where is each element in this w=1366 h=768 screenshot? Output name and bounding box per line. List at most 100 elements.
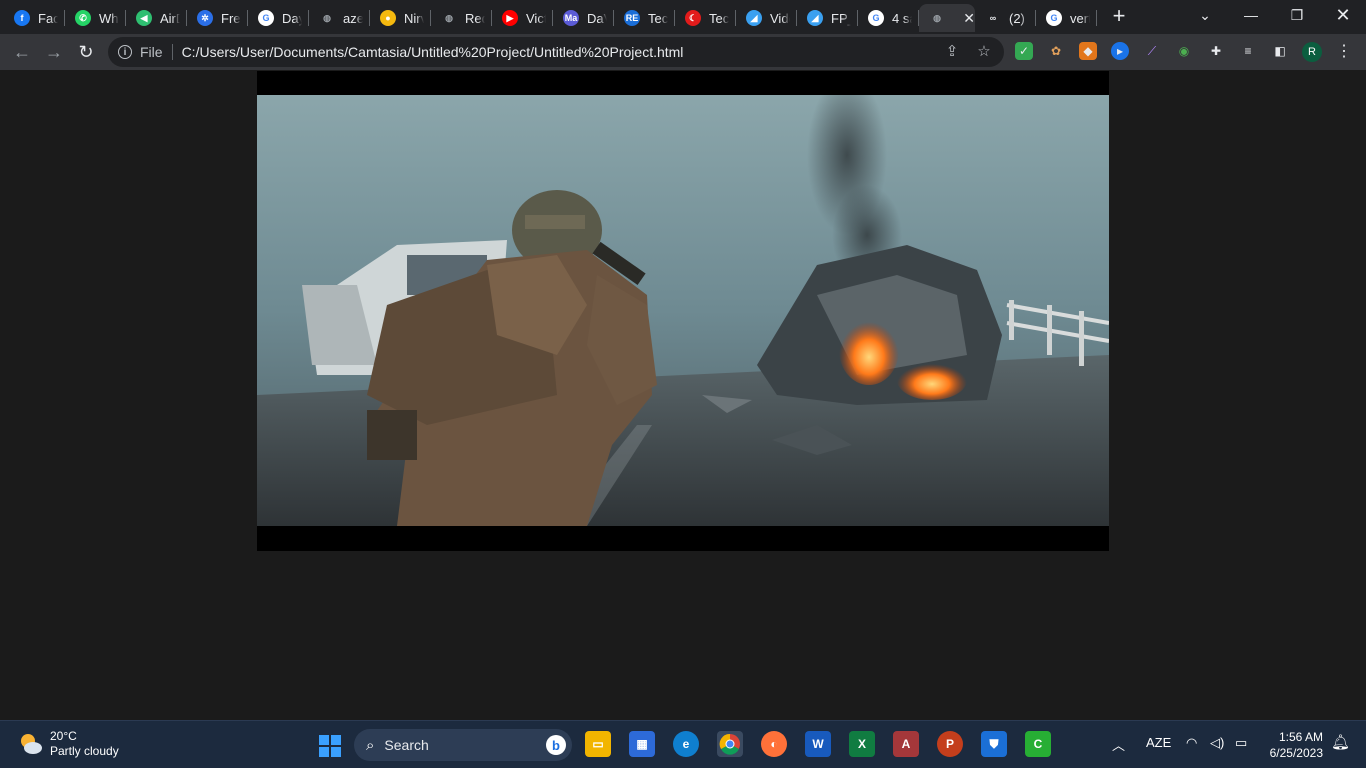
address-bar[interactable]: i File C:/Users/User/Documents/Camtasia/… xyxy=(108,37,1004,67)
reading-list-icon[interactable]: ≡ xyxy=(1239,42,1257,60)
cookie-extension-icon[interactable]: ✿ xyxy=(1047,42,1065,60)
clock[interactable]: 1:56 AM 6/25/2023 xyxy=(1270,729,1323,761)
weather-widget[interactable]: 20°C Partly cloudy xyxy=(18,729,119,759)
extensions-puzzle-icon[interactable]: ✚ xyxy=(1207,42,1225,60)
weather-temperature: 20°C xyxy=(50,729,77,743)
youtube-icon: ▶ xyxy=(502,10,518,26)
tab-title: DaV xyxy=(587,10,607,26)
feather-extension-icon[interactable]: ⟋ xyxy=(1143,42,1161,60)
fp-icon: ◢ xyxy=(807,10,823,26)
browser-tab[interactable]: ∞ (2) Y xyxy=(975,4,1036,32)
tab-title: 4 sa xyxy=(892,10,912,26)
bing-icon: b xyxy=(546,735,566,755)
tab-title: Day xyxy=(282,10,302,26)
tab-close-icon[interactable]: ✕ xyxy=(963,10,975,27)
minimize-button[interactable]: — xyxy=(1228,0,1274,30)
browser-tab[interactable]: G 4 sa xyxy=(858,4,919,32)
share-icon[interactable]: ⇪ xyxy=(944,44,960,60)
restore-button[interactable]: ❐ xyxy=(1274,0,1320,30)
site-info-icon[interactable]: i xyxy=(118,45,132,59)
file-explorer-icon[interactable]: ▭ xyxy=(585,731,611,757)
browser-tab[interactable]: ▶ Vict xyxy=(492,4,553,32)
excel-icon[interactable]: X xyxy=(849,731,875,757)
browser-tab[interactable]: f Facebook xyxy=(4,4,65,32)
edge-icon[interactable]: e xyxy=(673,731,699,757)
browser-tab[interactable]: ◍ azer xyxy=(309,4,370,32)
browser-tab[interactable]: ◍ ✕ xyxy=(919,4,975,32)
search-label: Search xyxy=(384,737,429,753)
show-hidden-icons-chevron-icon[interactable]: ︿ xyxy=(1112,735,1125,754)
powerpoint-icon[interactable]: P xyxy=(937,731,963,757)
browser-tab[interactable]: ◢ FP_ xyxy=(797,4,858,32)
weather-condition: Partly cloudy xyxy=(50,744,119,758)
google-icon: G xyxy=(868,10,884,26)
language-indicator[interactable]: AZE xyxy=(1146,735,1171,750)
page-content xyxy=(0,70,1366,720)
browser-tab[interactable]: ◍ Red xyxy=(431,4,492,32)
color-extension-icon[interactable]: ◉ xyxy=(1175,42,1193,60)
tab-title: vert xyxy=(1070,10,1090,26)
tab-search-button[interactable]: ⌄ xyxy=(1182,0,1228,30)
tab-title: Facebook xyxy=(38,10,58,26)
browser-tab[interactable]: ● Nirv xyxy=(370,4,431,32)
url-text[interactable]: C:/Users/User/Documents/Camtasia/Untitle… xyxy=(182,44,684,60)
browser-tab[interactable]: G Day xyxy=(248,4,309,32)
battery-icon[interactable]: ▭ xyxy=(1235,735,1247,751)
whatsapp-icon: ✆ xyxy=(75,10,91,26)
tab-title: Nirv xyxy=(404,10,424,26)
browser-tab[interactable]: Gvert xyxy=(1036,4,1097,32)
security-shield-icon[interactable]: ⛊ xyxy=(981,731,1007,757)
browser-tab[interactable]: Ma DaV xyxy=(553,4,614,32)
tab-title: azer xyxy=(343,10,363,26)
url-scheme: File xyxy=(140,44,163,60)
firefox-icon[interactable]: ◐ xyxy=(761,731,787,757)
airdrop-icon: ◀ xyxy=(136,10,152,26)
clock-date: 6/25/2023 xyxy=(1269,746,1323,760)
metamask-icon[interactable]: ◆ xyxy=(1079,42,1097,60)
player-extension-icon[interactable]: ▸ xyxy=(1111,42,1129,60)
tab-title: (2) Y xyxy=(1009,10,1029,26)
reload-button[interactable]: ↻ xyxy=(72,38,100,66)
adblock-shield-icon[interactable]: ✓ xyxy=(1015,42,1033,60)
tab-title: AirDrop xyxy=(160,10,180,26)
windows-taskbar: 20°C Partly cloudy ⌕ Search b ▭ ▦ e ◐ W … xyxy=(0,720,1366,768)
partly-cloudy-icon xyxy=(18,731,44,757)
video-player[interactable] xyxy=(257,71,1109,551)
word-icon[interactable]: W xyxy=(805,731,831,757)
menu-kebab-icon[interactable]: ⋮ xyxy=(1335,42,1353,60)
nirvana-icon: ● xyxy=(380,10,396,26)
bookmark-star-icon[interactable]: ☆ xyxy=(976,44,992,60)
wifi-icon[interactable]: ◠ xyxy=(1186,735,1197,751)
browser-tab[interactable]: ✆ WhatsApp xyxy=(65,4,126,32)
back-button[interactable]: ← xyxy=(8,38,36,66)
microsoft-store-icon[interactable]: ▦ xyxy=(629,731,655,757)
windows-start-icon[interactable] xyxy=(317,733,343,759)
tab-title: Vict xyxy=(526,10,546,26)
battlefield-scene-image xyxy=(257,95,1109,526)
tab-title: Red xyxy=(465,10,485,26)
side-panel-icon[interactable]: ◧ xyxy=(1271,42,1289,60)
taskbar-search-box[interactable]: ⌕ Search b xyxy=(354,729,572,761)
omnibox-divider xyxy=(171,44,173,60)
chrome-icon[interactable] xyxy=(717,731,743,757)
browser-tab[interactable]: ◢ Vide xyxy=(736,4,797,32)
new-tab-button[interactable]: + xyxy=(1108,5,1130,28)
browser-tab[interactable]: ◀ AirDrop xyxy=(126,4,187,32)
tab-title: Free xyxy=(221,10,241,26)
access-icon[interactable]: A xyxy=(893,731,919,757)
tab-title: Vide xyxy=(770,10,790,26)
forward-button[interactable]: → xyxy=(40,38,68,66)
profile-avatar[interactable]: R xyxy=(1302,42,1322,62)
close-window-button[interactable]: ✕ xyxy=(1320,0,1366,30)
browser-tab[interactable]: ☾ Tech xyxy=(675,4,736,32)
volume-icon[interactable]: ◁) xyxy=(1210,735,1224,751)
browser-tab[interactable]: ✲ Free xyxy=(187,4,248,32)
tab-strip: + ⌄ — ❐ ✕ f Facebook ✆ WhatsApp ◀ AirDrop ✲ Fre… xyxy=(0,0,1366,34)
clock-time: 1:56 AM xyxy=(1278,730,1323,744)
video-frame xyxy=(257,95,1109,526)
notification-bell-icon[interactable]: 🔔︎ xyxy=(1331,733,1350,751)
globe-icon: ◍ xyxy=(445,12,453,23)
browser-tab[interactable]: RE Tech xyxy=(614,4,675,32)
binoculars-icon: ∞ xyxy=(989,13,997,23)
camtasia-icon[interactable]: C xyxy=(1025,731,1051,757)
